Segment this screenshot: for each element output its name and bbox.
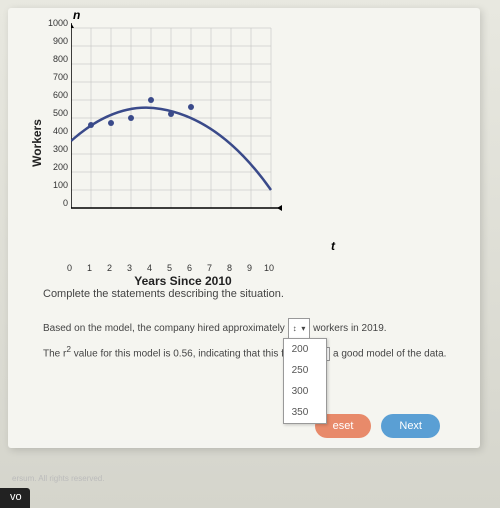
x-tick: 10 [264,263,274,273]
x-tick: 0 [67,263,72,273]
select-workers-dropdown: 200 250 300 350 [283,338,327,424]
y-tick: 100 [53,180,68,190]
brand-logo: vo [0,488,30,508]
y-tick: 800 [53,54,68,64]
x-tick: 4 [147,263,152,273]
button-row: eset Next [315,414,440,438]
statement-1-pre: Based on the model, the company hired ap… [43,323,285,334]
y-tick: 0 [63,198,68,208]
y-tick: 900 [53,36,68,46]
statement-1-post: workers in 2019. [313,323,386,334]
chart-container: n Workers 1000 900 800 700 600 500 400 3… [43,23,323,263]
instruction-text: Complete the statements describing the s… [43,288,460,300]
x-tick: 9 [247,263,252,273]
x-tick: 2 [107,263,112,273]
x-axis-title: Years Since 2010 [134,274,231,288]
x-tick: 3 [127,263,132,273]
dropdown-option[interactable]: 200 [284,339,326,360]
statement-2-pre: The r [43,348,66,359]
x-tick: 6 [187,263,192,273]
next-button[interactable]: Next [381,414,440,438]
dropdown-option[interactable]: 300 [284,381,326,402]
x-tick: 1 [87,263,92,273]
y-tick: 200 [53,162,68,172]
statement-2-mid: value for this model is 0.56, indicating… [71,348,289,359]
y-var-label: n [73,8,80,22]
y-axis-title: Workers [30,119,44,167]
select-workers[interactable]: ↕ 200 250 300 350 [288,318,311,339]
x-tick: 5 [167,263,172,273]
y-tick: 500 [53,108,68,118]
statement-2: The r2 value for this model is 0.56, ind… [43,343,460,361]
x-tick: 8 [227,263,232,273]
statement-2-post: a good model of the data. [333,348,446,359]
y-tick: 400 [53,126,68,136]
dropdown-option[interactable]: 250 [284,360,326,381]
y-tick: 300 [53,144,68,154]
dropdown-option[interactable]: 350 [284,402,326,423]
y-tick: 600 [53,90,68,100]
y-tick: 1000 [48,18,68,28]
x-tick: 7 [207,263,212,273]
y-tick: 700 [53,72,68,82]
copyright-text: ersum. All rights reserved. [12,474,104,483]
x-var-label: t [331,239,335,253]
statement-1: Based on the model, the company hired ap… [43,318,460,339]
chart-svg [71,23,291,223]
